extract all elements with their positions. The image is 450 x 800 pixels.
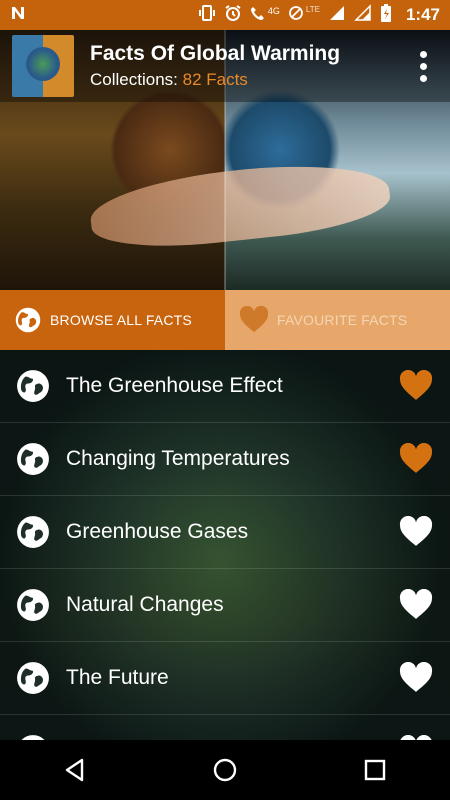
globe-icon — [17, 443, 49, 475]
favourite-toggle[interactable] — [398, 441, 434, 477]
globe-icon — [17, 589, 49, 621]
nav-recents-button[interactable] — [345, 745, 405, 795]
globe-icon — [17, 662, 49, 694]
globe-icon — [14, 306, 42, 334]
system-nav-bar — [0, 740, 450, 800]
collections-count: 82 Facts — [182, 70, 248, 89]
tab-favourite-facts-label: FAVOURITE FACTS — [277, 312, 408, 328]
status-bar: 4G LTE 1:47 — [0, 0, 450, 30]
vibrate-icon — [198, 4, 216, 27]
facts-list: The Greenhouse Effect Changing Temperatu… — [0, 350, 450, 740]
tab-browse-all-facts-label: BROWSE ALL FACTS — [50, 312, 192, 328]
favourite-toggle[interactable] — [398, 587, 434, 623]
more-vert-icon-dot — [419, 62, 427, 70]
recents-square-icon — [364, 759, 386, 781]
list-item[interactable]: Natural Changes — [0, 569, 450, 642]
favourite-toggle[interactable] — [398, 733, 434, 740]
overflow-menu-button[interactable] — [408, 41, 438, 91]
lte-label: LTE — [305, 4, 320, 14]
hero-banner: Facts Of Global Warming Collections: 82 … — [0, 30, 450, 290]
list-item-label: The Future — [66, 666, 169, 689]
back-triangle-icon — [65, 758, 84, 782]
status-time: 1:47 — [405, 5, 440, 24]
collections-line: Collections: 82 Facts — [90, 70, 408, 90]
favourite-toggle[interactable] — [398, 368, 434, 404]
app-header: Facts Of Global Warming Collections: 82 … — [0, 30, 450, 102]
more-vert-icon-dot — [419, 74, 427, 82]
nav-home-button[interactable] — [195, 745, 255, 795]
list-item[interactable]: The Future — [0, 642, 450, 715]
tab-browse-all-facts[interactable]: BROWSE ALL FACTS — [0, 290, 225, 350]
collections-label: Collections: — [90, 70, 178, 89]
network-type-label: 4G — [267, 6, 280, 16]
tab-favourite-facts[interactable]: FAVOURITE FACTS — [225, 290, 450, 350]
app-title: Facts Of Global Warming — [90, 42, 341, 65]
heart-icon — [399, 589, 433, 619]
heart-icon — [239, 306, 269, 334]
favourite-toggle[interactable] — [398, 514, 434, 550]
list-item[interactable]: Changing Temperatures — [0, 423, 450, 496]
list-item[interactable]: The Greenhouse Effect — [0, 350, 450, 423]
app-titles: Facts Of Global Warming Collections: 82 … — [90, 42, 408, 90]
signal-icon-secondary — [354, 3, 372, 27]
battery-charging-icon — [380, 3, 392, 28]
heart-icon — [399, 516, 433, 546]
list-item-label: The Greenhouse Effect — [66, 374, 283, 397]
wifi-off-icon — [288, 5, 304, 26]
alarm-icon — [224, 4, 242, 27]
more-vert-icon-dot — [419, 50, 427, 58]
nav-back-button[interactable] — [45, 745, 105, 795]
tab-bar: BROWSE ALL FACTS FAVOURITE FACTS — [0, 290, 450, 350]
list-item-label: Natural Changes — [66, 593, 224, 616]
signal-icon — [328, 4, 346, 27]
list-item[interactable] — [0, 715, 450, 740]
globe-icon — [17, 370, 49, 402]
list-item-label: Changing Temperatures — [66, 447, 290, 470]
heart-icon — [399, 662, 433, 692]
phone-icon — [250, 5, 266, 26]
heart-filled-icon — [399, 370, 433, 400]
favourite-toggle[interactable] — [398, 660, 434, 696]
list-item-label: Greenhouse Gases — [66, 520, 249, 543]
heart-filled-icon — [399, 443, 433, 473]
home-circle-icon — [213, 758, 237, 782]
globe-icon — [17, 516, 49, 548]
app-logo — [12, 35, 74, 97]
notification-n-icon — [10, 5, 26, 26]
list-item[interactable]: Greenhouse Gases — [0, 496, 450, 569]
